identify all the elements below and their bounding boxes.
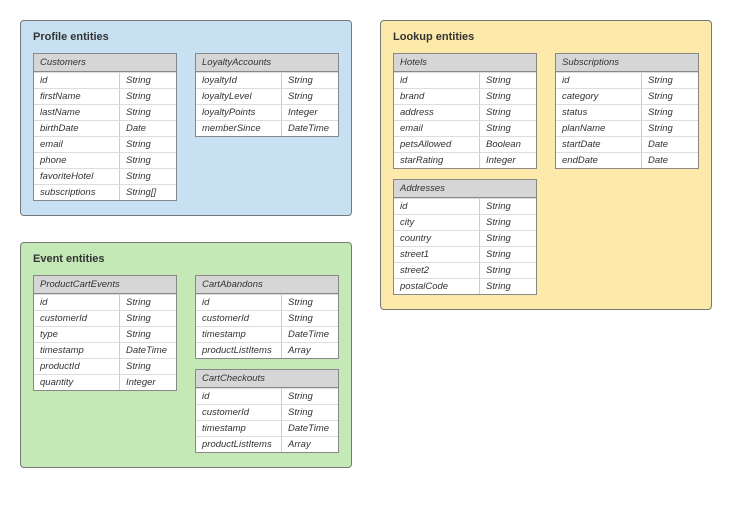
field-type: String <box>120 72 176 88</box>
table-header: LoyaltyAccounts <box>196 54 338 72</box>
group-lookup-entities: Lookup entities Hotels idString brandStr… <box>380 20 712 310</box>
group-profile-entities: Profile entities Customers idString firs… <box>20 20 352 216</box>
table-hotels: Hotels idString brandString addressStrin… <box>393 53 537 169</box>
table-header: CartCheckouts <box>196 370 338 388</box>
table-product-cart-events: ProductCartEvents idString customerIdStr… <box>33 275 177 391</box>
table-subscriptions: Subscriptions idString categoryString st… <box>555 53 699 169</box>
left-column: Profile entities Customers idString firs… <box>20 20 352 468</box>
table-customers: Customers idString firstNameString lastN… <box>33 53 177 201</box>
group-title-event: Event entities <box>33 253 339 265</box>
table-loyalty-accounts: LoyaltyAccounts loyaltyIdString loyaltyL… <box>195 53 339 137</box>
group-title-profile: Profile entities <box>33 31 339 43</box>
table-cart-checkouts: CartCheckouts idString customerIdString … <box>195 369 339 453</box>
table-header: Subscriptions <box>556 54 698 72</box>
group-event-entities: Event entities ProductCartEvents idStrin… <box>20 242 352 468</box>
table-header: ProductCartEvents <box>34 276 176 294</box>
table-addresses: Addresses idString cityString countryStr… <box>393 179 537 295</box>
table-header: CartAbandons <box>196 276 338 294</box>
table-header: Hotels <box>394 54 536 72</box>
group-title-lookup: Lookup entities <box>393 31 699 43</box>
table-header: Customers <box>34 54 176 72</box>
erd-canvas: Profile entities Customers idString firs… <box>20 20 730 468</box>
table-header: Addresses <box>394 180 536 198</box>
table-cart-abandons: CartAbandons idString customerIdString t… <box>195 275 339 359</box>
field-name: id <box>34 72 120 88</box>
